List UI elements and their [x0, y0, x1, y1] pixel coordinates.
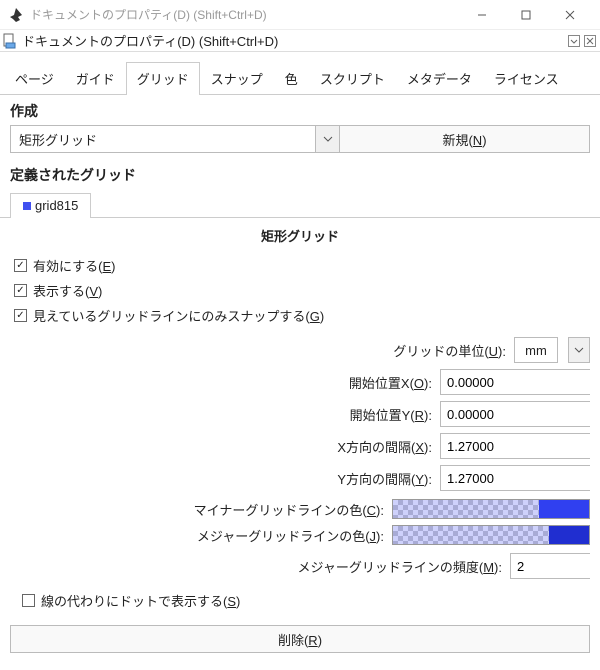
- window-titlebar: ドキュメントのプロパティ(D) (Shift+Ctrl+D): [0, 0, 600, 30]
- panel-close-button[interactable]: [584, 35, 596, 47]
- tab-license[interactable]: ライセンス: [483, 62, 570, 94]
- tab-metadata[interactable]: メタデータ: [396, 62, 483, 94]
- close-button[interactable]: [548, 0, 592, 30]
- origin-x-label: 開始位置X(O):: [349, 373, 432, 392]
- defined-grids-label: 定義されたグリッド: [0, 159, 600, 189]
- spacing-y-label: Y方向の間隔(Y):: [337, 469, 432, 488]
- dots-label: 線の代わりにドットで表示する(S): [41, 591, 240, 610]
- spacing-x-label: X方向の間隔(X):: [337, 437, 432, 456]
- delete-button[interactable]: 削除(R): [10, 625, 590, 653]
- enable-label: 有効にする(E): [33, 256, 115, 275]
- spacing-y-input[interactable]: ▲▼: [440, 465, 590, 491]
- tab-snap[interactable]: スナップ: [200, 62, 274, 94]
- tab-grid[interactable]: グリッド: [126, 62, 200, 94]
- unit-dropdown-button[interactable]: [568, 337, 590, 363]
- window-title: ドキュメントのプロパティ(D) (Shift+Ctrl+D): [30, 6, 460, 23]
- origin-x-input[interactable]: ▲▼: [440, 369, 590, 395]
- document-properties-icon: [2, 33, 18, 49]
- enable-checkbox[interactable]: [14, 259, 27, 272]
- major-color-swatch[interactable]: [392, 525, 590, 545]
- minor-color-swatch[interactable]: [392, 499, 590, 519]
- panel-titlebar: ドキュメントのプロパティ(D) (Shift+Ctrl+D): [0, 30, 600, 52]
- minimize-button[interactable]: [460, 0, 504, 30]
- grid-color-icon: [23, 202, 31, 210]
- snap-visible-checkbox[interactable]: [14, 309, 27, 322]
- grid-type-select[interactable]: 矩形グリッド: [10, 125, 340, 153]
- maximize-button[interactable]: [504, 0, 548, 30]
- create-section-label: 作成: [0, 95, 600, 125]
- major-freq-input[interactable]: ▲▼: [510, 553, 590, 579]
- grid-instance-name: grid815: [35, 198, 78, 213]
- panel-title: ドキュメントのプロパティ(D) (Shift+Ctrl+D): [22, 31, 564, 50]
- tab-color[interactable]: 色: [274, 62, 309, 94]
- origin-y-input[interactable]: ▲▼: [440, 401, 590, 427]
- major-color-label: メジャーグリッドラインの色(J):: [197, 526, 384, 545]
- show-checkbox[interactable]: [14, 284, 27, 297]
- major-freq-label: メジャーグリッドラインの頻度(M):: [298, 557, 502, 576]
- inkscape-icon: [8, 7, 24, 23]
- grid-instance-tab[interactable]: grid815: [10, 193, 91, 217]
- panel-dock-button[interactable]: [568, 35, 580, 47]
- tab-guide[interactable]: ガイド: [65, 62, 126, 94]
- chevron-down-icon: [315, 126, 339, 152]
- tabs: ページ ガイド グリッド スナップ 色 スクリプト メタデータ ライセンス: [0, 52, 600, 95]
- grid-type-heading: 矩形グリッド: [0, 218, 600, 249]
- dots-checkbox[interactable]: [22, 594, 35, 607]
- unit-label: グリッドの単位(U):: [393, 341, 506, 360]
- snap-visible-label: 見えているグリッドラインにのみスナップする(G): [33, 306, 324, 325]
- show-label: 表示する(V): [33, 281, 102, 300]
- spacing-x-input[interactable]: ▲▼: [440, 433, 590, 459]
- new-grid-button[interactable]: 新規(N): [340, 125, 590, 153]
- grid-type-value: 矩形グリッド: [11, 130, 315, 149]
- minor-color-label: マイナーグリッドラインの色(C):: [194, 500, 384, 519]
- tab-page[interactable]: ページ: [4, 62, 65, 94]
- origin-y-label: 開始位置Y(R):: [350, 405, 432, 424]
- tab-script[interactable]: スクリプト: [309, 62, 396, 94]
- unit-value[interactable]: mm: [514, 337, 558, 363]
